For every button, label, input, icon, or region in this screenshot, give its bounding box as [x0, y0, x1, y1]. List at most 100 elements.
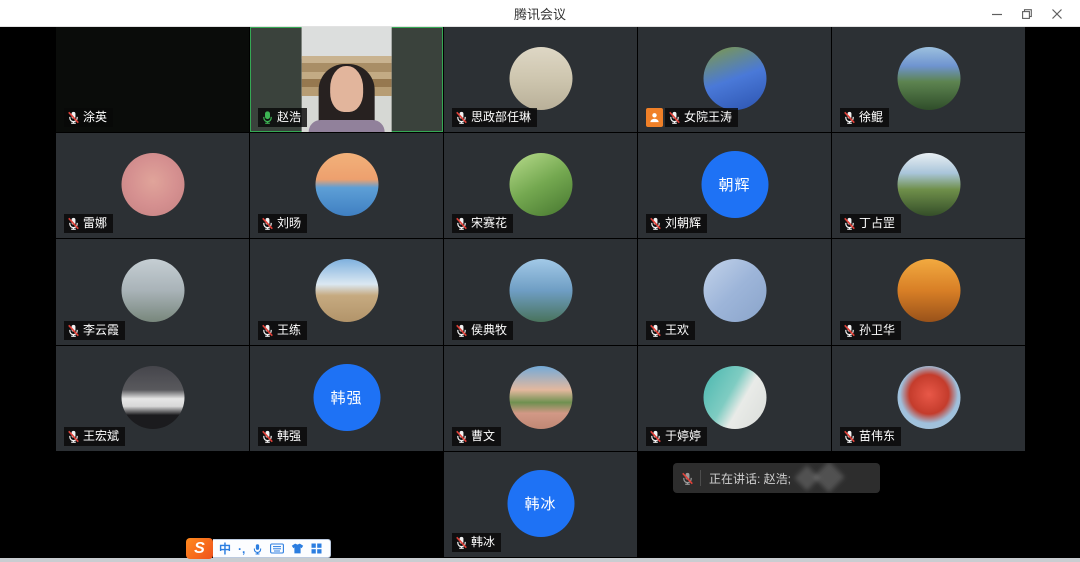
participant-name-text: 于婷婷 [665, 429, 701, 444]
participant-tile-丁占罡[interactable]: 丁占罡 [832, 133, 1025, 238]
participant-tile-王欢[interactable]: 王欢 [638, 239, 831, 344]
participant-tile-赵浩[interactable]: 赵浩 [250, 27, 443, 132]
soft-keyboard-button[interactable] [270, 543, 284, 554]
participant-tile-韩强[interactable]: 韩强 韩强 [250, 346, 443, 451]
avatar-white-dress-sea [703, 366, 766, 429]
participant-name-label: 刘朝辉 [646, 214, 707, 233]
mic-muted-icon [455, 324, 468, 337]
participant-name-text: 李云霞 [83, 323, 119, 338]
participant-name-label: 涂英 [64, 108, 113, 127]
participant-name-text: 韩冰 [471, 535, 495, 550]
participant-tile-苗伟东[interactable]: 苗伟东 [832, 346, 1025, 451]
participant-tile-雷娜[interactable]: 雷娜 [56, 133, 249, 238]
name-label-row: 韩冰 [452, 533, 501, 552]
mic-muted-icon [843, 111, 856, 124]
participant-name-label: 王欢 [646, 321, 695, 340]
voice-input-button[interactable] [252, 543, 263, 555]
participant-tile-韩冰[interactable]: 韩冰 韩冰 [444, 452, 637, 557]
participant-name-label: 女院王涛 [665, 108, 738, 127]
host-badge-icon [646, 108, 663, 127]
voice-input-icon [252, 543, 263, 555]
close-icon [1052, 9, 1062, 19]
participant-tile-女院王涛[interactable]: 女院王涛 [638, 27, 831, 132]
participant-name-text: 韩强 [277, 429, 301, 444]
name-label-row: 涂英 [64, 108, 113, 127]
mic-on-icon [261, 111, 274, 124]
avatar-blossom-branches [703, 259, 766, 322]
name-label-row: 侯典牧 [452, 321, 513, 340]
name-label-row: 刘旸 [258, 214, 307, 233]
chinese-mode-button[interactable]: 中 [219, 543, 231, 555]
participant-tile-刘旸[interactable]: 刘旸 [250, 133, 443, 238]
participant-name-label: 丁占罡 [840, 214, 901, 233]
participant-name-text: 王欢 [665, 323, 689, 338]
name-label-row: 李云霞 [64, 321, 125, 340]
mic-muted-icon [843, 324, 856, 337]
participant-tile-王练[interactable]: 王练 [250, 239, 443, 344]
participant-tile-宋赛花[interactable]: 宋赛花 [444, 133, 637, 238]
participant-tile-思政部任琳[interactable]: 思政部任琳 [444, 27, 637, 132]
participant-name-text: 孙卫华 [859, 323, 895, 338]
watermark-blur [792, 465, 852, 491]
mic-muted-icon [455, 430, 468, 443]
avatar-white-car-night [121, 366, 184, 429]
participant-name-text: 徐鲲 [859, 110, 883, 125]
avatar-family-cartoon [121, 153, 184, 216]
name-label-row: 王欢 [646, 321, 695, 340]
participant-name-label: 苗伟东 [840, 427, 901, 446]
name-label-row: 刘朝辉 [646, 214, 707, 233]
speaking-indicator-banner: 正在讲话: 赵浩; [673, 463, 880, 493]
participant-tile-侯典牧[interactable]: 侯典牧 [444, 239, 637, 344]
minimize-button[interactable] [982, 0, 1012, 27]
avatar-blue-crystal-flowers [703, 47, 766, 110]
participant-name-text: 女院王涛 [684, 110, 732, 125]
mic-muted-icon [843, 217, 856, 230]
participant-tile-涂英[interactable]: 涂英 [56, 27, 249, 132]
name-label-row: 苗伟东 [840, 427, 901, 446]
mic-muted-icon [649, 430, 662, 443]
participant-name-label: 宋赛花 [452, 214, 513, 233]
name-label-row: 王练 [258, 321, 307, 340]
mic-muted-icon [67, 430, 80, 443]
participant-name-label: 于婷婷 [646, 427, 707, 446]
sogou-toolbox-button[interactable] [311, 543, 322, 554]
avatar-green-plant [509, 153, 572, 216]
tencent-meeting-window: 腾讯会议 [0, 0, 1080, 562]
participant-name-label: 王练 [258, 321, 307, 340]
ime-strip: 中 ·, [213, 539, 331, 558]
sogou-logo-icon[interactable]: S [186, 538, 213, 559]
punctuation-button[interactable]: ·, [238, 543, 245, 555]
participant-name-text: 曹文 [471, 429, 495, 444]
participant-name-text: 苗伟东 [859, 429, 895, 444]
mic-muted-icon [261, 430, 274, 443]
banner-divider [700, 470, 701, 486]
participant-name-label: 刘旸 [258, 214, 307, 233]
name-label-row: 宋赛花 [452, 214, 513, 233]
ime-toolbar: S 中 ·, [186, 538, 331, 559]
close-button[interactable] [1042, 0, 1072, 27]
camera-video-feed [301, 27, 392, 132]
participant-tile-徐鲲[interactable]: 徐鲲 [832, 27, 1025, 132]
participant-tile-李云霞[interactable]: 李云霞 [56, 239, 249, 344]
name-label-row: 丁占罡 [840, 214, 901, 233]
participant-name-label: 侯典牧 [452, 321, 513, 340]
participant-tile-王宏斌[interactable]: 王宏斌 [56, 346, 249, 451]
name-label-row: 韩强 [258, 427, 307, 446]
avatar-red-flower [897, 366, 960, 429]
avatar-initials-circle: 韩强 [313, 364, 380, 431]
avatar-initials-circle: 韩冰 [507, 470, 574, 537]
participant-tile-于婷婷[interactable]: 于婷婷 [638, 346, 831, 451]
titlebar: 腾讯会议 [0, 0, 1080, 27]
participant-tile-孙卫华[interactable]: 孙卫华 [832, 239, 1025, 344]
participant-name-text: 王宏斌 [83, 429, 119, 444]
participant-tile-曹文[interactable]: 曹文 [444, 346, 637, 451]
participant-name-label: 孙卫华 [840, 321, 901, 340]
speaking-indicator-text: 正在讲话: 赵浩; [709, 470, 791, 487]
window-bottom-edge [0, 558, 1080, 562]
skin-center-button[interactable] [291, 543, 304, 554]
participant-name-text: 思政部任琳 [471, 110, 531, 125]
restore-button[interactable] [1012, 0, 1042, 27]
mic-muted-icon [649, 217, 662, 230]
avatar-stone-tower [121, 259, 184, 322]
participant-tile-刘朝辉[interactable]: 朝辉 刘朝辉 [638, 133, 831, 238]
